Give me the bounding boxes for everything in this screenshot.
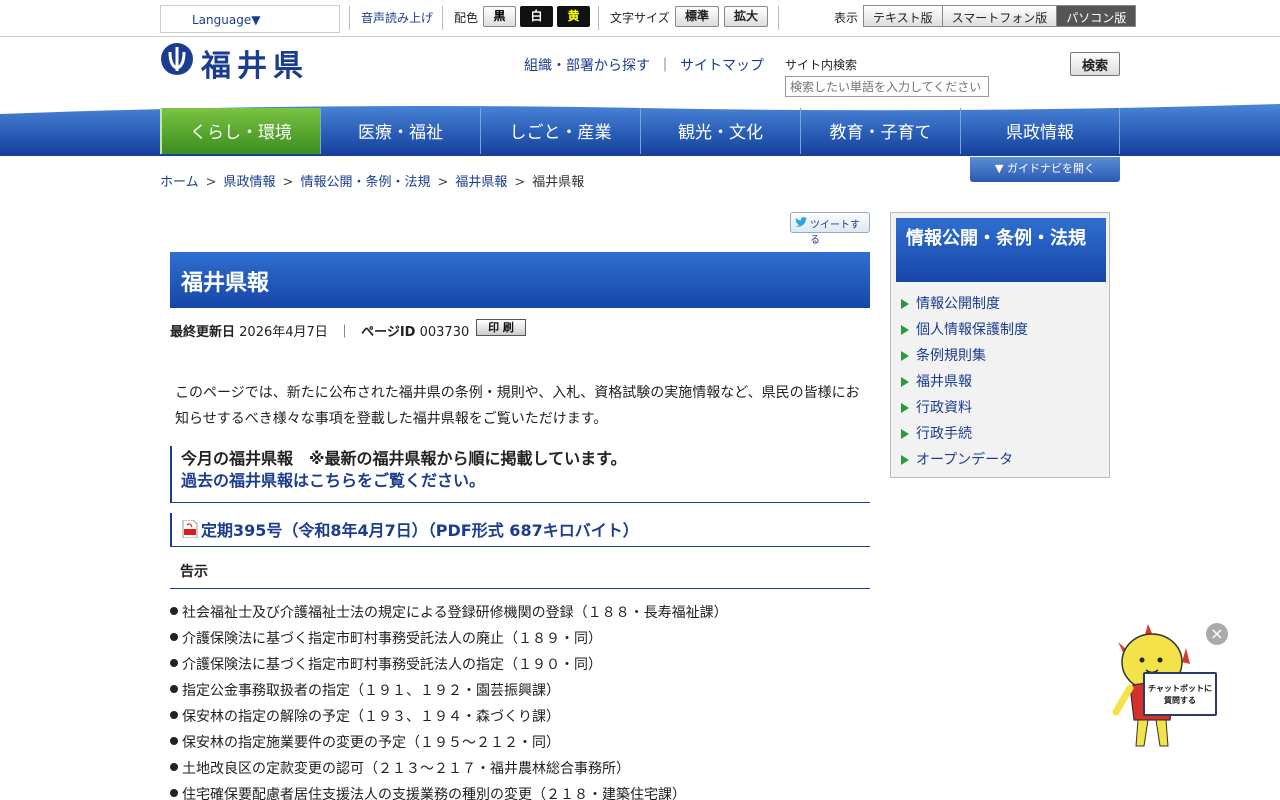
- chatbot-sign-line1: チャットボットに: [1148, 684, 1212, 693]
- font-size-normal-button[interactable]: 標準: [675, 6, 719, 27]
- utility-bar: Language▼ 音声読み上げ 配色 黒 白 黄 文字サイズ 標準 拡大 表示…: [0, 0, 1280, 37]
- breadcrumb-separator: >: [437, 175, 449, 190]
- pdf-section: 定期395号（令和8年4月7日）（PDF形式 687キロバイト）: [170, 513, 870, 547]
- breadcrumb-current: 福井県報: [532, 175, 585, 190]
- list-item: 土地改良区の定款変更の認可（２１３～２１７・福井農林総合事務所）: [170, 756, 870, 782]
- nav-kensei[interactable]: 県政情報: [960, 108, 1120, 154]
- side-menu-heading: 情報公開・条例・法規: [896, 218, 1106, 282]
- side-item-gyosei-tetsuzuki[interactable]: 行政手続: [901, 421, 1028, 447]
- global-navigation: くらし・環境 医療・福祉 しごと・産業 観光・文化 教育・子育て 県政情報: [160, 108, 1120, 154]
- chatbot-sign[interactable]: チャットボットに 質問する: [1143, 672, 1217, 716]
- pipe-separator: ｜: [658, 58, 672, 74]
- breadcrumb-johokokai[interactable]: 情報公開・条例・法規: [300, 175, 430, 190]
- intro-text: このページでは、新たに公布された福井県の条例・規則や、入札、資格試験の実施情報な…: [175, 385, 860, 427]
- monthly-section: 今月の福井県報 ※最新の福井県報から順に掲載しています。 過去の福井県報はこちら…: [170, 446, 870, 503]
- pdf-download-link[interactable]: 定期395号（令和8年4月7日）（PDF形式 687キロバイト）: [201, 521, 639, 540]
- twitter-bird-icon: [795, 217, 807, 227]
- view-label: 表示: [834, 11, 859, 25]
- divider: [442, 6, 443, 30]
- nav-iryo[interactable]: 医療・福祉: [320, 108, 480, 154]
- site-search-label: サイト内検索: [785, 58, 858, 72]
- past-bulletins-link[interactable]: 過去の福井県報はこちらをご覧ください。: [181, 471, 485, 490]
- list-item: 介護保険法に基づく指定市町村事務受託法人の指定（１９０・同）: [170, 652, 870, 678]
- view-pc-tab[interactable]: パソコン版: [1057, 6, 1136, 26]
- divider: [598, 6, 599, 30]
- nav-kyoiku[interactable]: 教育・子育て: [800, 108, 960, 154]
- chatbot-sign-line2: 質問する: [1164, 696, 1196, 705]
- divider: [349, 6, 350, 30]
- print-button[interactable]: 印 刷: [476, 319, 526, 336]
- voice-reading-link[interactable]: 音声読み上げ: [361, 9, 433, 26]
- side-menu: 情報公開・条例・法規 情報公開制度 個人情報保護制度 条例規則集 福井県報 行政…: [890, 212, 1110, 478]
- list-item: 住宅確保要配慮者居住支援法人の支援業務の種別の変更（２１８・建築住宅課）: [170, 782, 870, 800]
- list-item: 指定公金事務取扱者の指定（１９１、１９２・園芸振興課）: [170, 678, 870, 704]
- nav-kanko[interactable]: 観光・文化: [640, 108, 800, 154]
- side-item-joho-kokai[interactable]: 情報公開制度: [901, 291, 1028, 317]
- list-item: 保安林の指定の解除の予定（１９３、１９４・森づくり課）: [170, 704, 870, 730]
- meta-separator: ｜: [337, 325, 351, 340]
- kokuji-list: 社会福祉士及び介護福祉士法の規定による登録研修機関の登録（１８８・長寿福祉課） …: [170, 600, 870, 800]
- nav-kurashi[interactable]: くらし・環境: [160, 108, 320, 154]
- side-item-gyosei-shiryo[interactable]: 行政資料: [901, 395, 1028, 421]
- header-links: 組織・部署から探す ｜ サイトマップ: [524, 55, 764, 75]
- tweet-button[interactable]: ツイートする: [790, 212, 870, 246]
- breadcrumb-separator: >: [514, 175, 526, 190]
- org-search-link[interactable]: 組織・部署から探す: [524, 58, 650, 74]
- side-item-kenpo[interactable]: 福井県報: [901, 369, 1028, 395]
- divider: [778, 6, 779, 30]
- side-item-kojin-joho[interactable]: 個人情報保護制度: [901, 317, 1028, 343]
- breadcrumb: ホーム > 県政情報 > 情報公開・条例・法規 > 福井県報 > 福井県報: [160, 171, 584, 190]
- search-button[interactable]: 検索: [1070, 52, 1120, 76]
- updated-value: 2026年4月7日: [239, 325, 328, 340]
- pdf-icon: [182, 520, 198, 538]
- view-smartphone-tab[interactable]: スマートフォン版: [942, 6, 1058, 26]
- color-scheme-label: 配色: [454, 11, 479, 25]
- list-item: 社会福祉士及び介護福祉士法の規定による登録研修機関の登録（１８８・長寿福祉課）: [170, 600, 870, 626]
- side-menu-list: 情報公開制度 個人情報保護制度 条例規則集 福井県報 行政資料 行政手続 オープ…: [901, 291, 1028, 473]
- language-select[interactable]: Language▼: [160, 5, 340, 33]
- updated-label: 最終更新日: [170, 325, 236, 340]
- font-size-label: 文字サイズ: [610, 11, 670, 25]
- font-size-large-button[interactable]: 拡大: [724, 6, 768, 27]
- view-text-tab[interactable]: テキスト版: [864, 6, 943, 26]
- page-meta: 最終更新日 2026年4月7日 ｜ ページID 003730: [170, 321, 469, 340]
- breadcrumb-kensei[interactable]: 県政情報: [224, 175, 276, 190]
- site-logo[interactable]: 福井県: [201, 41, 309, 85]
- side-item-jorei[interactable]: 条例規則集: [901, 343, 1028, 369]
- page-id-value: 003730: [419, 325, 470, 340]
- page-title: 福井県報: [170, 252, 870, 308]
- breadcrumb-separator: >: [205, 175, 217, 190]
- breadcrumb-kenpo[interactable]: 福井県報: [455, 175, 507, 190]
- monthly-heading: 今月の福井県報 ※最新の福井県報から順に掲載しています。: [181, 449, 627, 468]
- list-item: 保安林の指定施業要件の変更の予定（１９５～２１２・同）: [170, 730, 870, 756]
- breadcrumb-home[interactable]: ホーム: [160, 175, 199, 190]
- site-search-input[interactable]: [785, 76, 989, 97]
- breadcrumb-separator: >: [282, 175, 294, 190]
- sitemap-link[interactable]: サイトマップ: [680, 58, 764, 74]
- chatbot-close-icon[interactable]: ×: [1206, 623, 1228, 645]
- list-item: 介護保険法に基づく指定市町村事務受託法人の廃止（１８９・同）: [170, 626, 870, 652]
- nav-shigoto[interactable]: しごと・産業: [480, 108, 640, 154]
- tweet-label: ツイートする: [810, 220, 860, 246]
- page-id-label: ページID: [361, 325, 416, 340]
- prefecture-emblem-icon[interactable]: [160, 42, 194, 76]
- side-item-open-data[interactable]: オープンデータ: [901, 447, 1028, 473]
- kokuji-heading: 告示: [170, 561, 870, 589]
- color-white-button[interactable]: 白: [520, 6, 553, 27]
- color-yellow-button[interactable]: 黄: [557, 6, 590, 27]
- color-black-button[interactable]: 黒: [483, 6, 516, 27]
- view-mode-tabs: テキスト版 スマートフォン版 パソコン版: [863, 5, 1137, 27]
- guide-navi-button[interactable]: ▼ ガイドナビを開く: [970, 157, 1120, 182]
